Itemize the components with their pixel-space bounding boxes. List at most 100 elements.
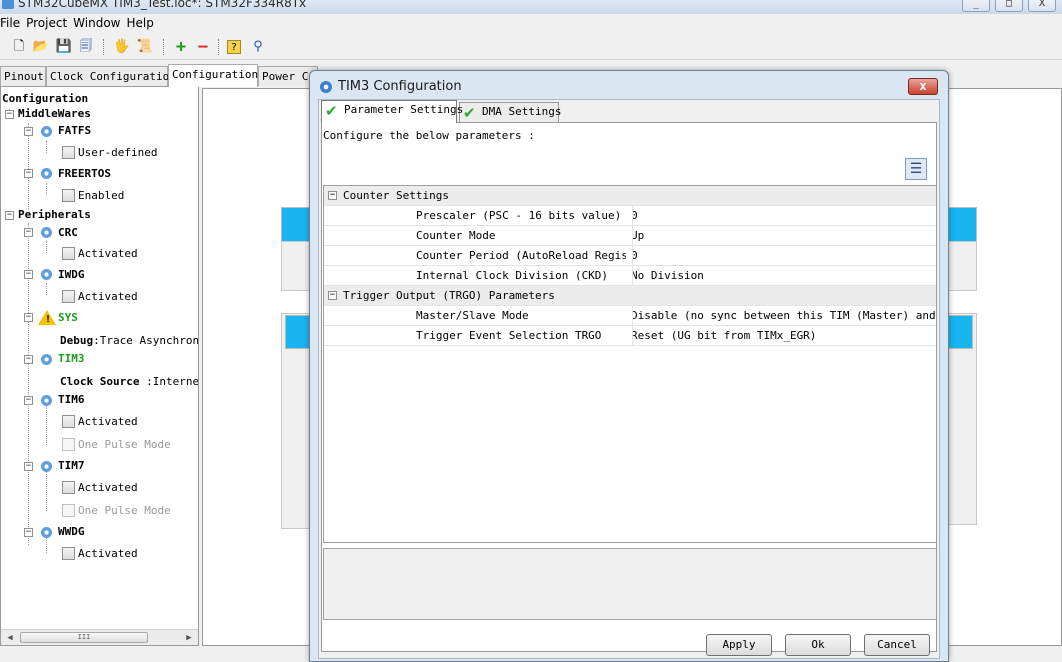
scroll-thumb[interactable]: III (20, 632, 148, 643)
tree-tim3[interactable]: TIM3 (58, 351, 85, 367)
iwdg-activated-label: Activated (78, 290, 138, 303)
help-icon[interactable]: ? (227, 40, 241, 54)
iwdg-activated-checkbox[interactable] (62, 290, 75, 303)
tab-parameter-settings-label: Parameter Settings (344, 103, 464, 116)
save-icon[interactable]: 💾 (55, 38, 73, 56)
tab-clock-configuration[interactable]: Clock Configuration (46, 66, 176, 86)
maximize-button[interactable]: □ (995, 0, 1023, 12)
collapse-icon[interactable]: − (24, 270, 33, 279)
apply-button[interactable]: Apply (706, 634, 772, 656)
param-row[interactable]: Master/Slave Mode Disable (no sync betwe… (324, 306, 936, 326)
collapse-icon[interactable]: − (24, 169, 33, 178)
group-trigger-output[interactable]: − Trigger Output (TRGO) Parameters (324, 286, 936, 306)
param-value[interactable]: Up (632, 226, 936, 246)
tab-parameter-settings[interactable]: ✔ Parameter Settings (321, 100, 463, 123)
tree-tim7[interactable]: TIM7 (58, 458, 85, 474)
tab-dma-settings-label: DMA Settings (482, 105, 562, 118)
sys-debug-setting: Debug:Trace Asynchrono (60, 333, 198, 349)
dialog-body: ✔ Parameter Settings ✔ DMA Settings Conf… (318, 99, 940, 659)
dialog-close-button[interactable]: x (908, 78, 938, 95)
app-icon (2, 0, 14, 9)
param-row[interactable]: Counter Period (AutoReload Regis... 0 (324, 246, 936, 266)
collapse-icon[interactable]: − (5, 110, 14, 119)
about-icon[interactable]: ⚲ (249, 38, 267, 56)
crc-activated-label: Activated (78, 247, 138, 260)
check-icon: ✔ (463, 104, 476, 122)
gear-icon (41, 354, 52, 365)
menu-file[interactable]: File (0, 15, 22, 30)
tim6-one-pulse-checkbox[interactable] (62, 438, 75, 451)
fatfs-user-defined-label: User-defined (78, 146, 158, 159)
param-name: Master/Slave Mode (416, 309, 529, 322)
crc-activated-checkbox[interactable] (62, 247, 75, 260)
param-value[interactable]: 0 (632, 206, 936, 226)
save-all-icon[interactable]: 🗐 (77, 38, 95, 56)
collapse-icon[interactable]: − (24, 228, 33, 237)
freertos-enabled-checkbox[interactable] (62, 189, 75, 202)
scroll-left-icon[interactable]: ◀ (3, 631, 17, 645)
tim6-one-pulse-label: One Pulse Mode (78, 438, 171, 451)
tree-horizontal-scrollbar[interactable]: ◀ III ▶ (1, 629, 198, 645)
tree-peripherals[interactable]: Peripherals (18, 207, 91, 223)
tree-wwdg[interactable]: WWDG (58, 524, 85, 540)
collapse-icon[interactable]: − (24, 462, 33, 471)
tim6-activated-checkbox[interactable] (62, 415, 75, 428)
collapse-icon[interactable]: − (5, 211, 14, 220)
param-row[interactable]: Trigger Event Selection TRGO Reset (UG b… (324, 326, 936, 346)
tree-middlewares[interactable]: MiddleWares (18, 106, 91, 122)
generate-report-icon[interactable]: 🖐 (113, 38, 131, 56)
close-window-button[interactable]: X (1028, 0, 1056, 12)
tree-connector (46, 141, 47, 153)
param-value[interactable]: Disable (no sync between this TIM (Maste… (632, 306, 936, 326)
open-folder-icon[interactable]: 📂 (32, 38, 50, 56)
ok-button[interactable]: Ok (785, 634, 851, 656)
zoom-in-icon[interactable]: + (172, 38, 190, 56)
group-name: Counter Settings (343, 189, 449, 202)
tree-iwdg[interactable]: IWDG (58, 267, 85, 283)
collapse-icon[interactable]: − (24, 355, 33, 364)
tree-fatfs[interactable]: FATFS (58, 123, 91, 139)
collapse-icon[interactable]: − (328, 191, 337, 200)
category-header-bar (281, 207, 311, 243)
param-row[interactable]: Internal Clock Division (CKD) No Divisio… (324, 266, 936, 286)
cancel-button[interactable]: Cancel (864, 634, 930, 656)
tim3-clock-source-setting: Clock Source :Interne (60, 374, 198, 390)
menu-project[interactable]: Project (26, 15, 69, 30)
tim7-one-pulse-checkbox[interactable] (62, 504, 75, 517)
title-bar: STM32CubeMX TIM3_Test.ioc*: STM32F334R8T… (0, 0, 1062, 14)
param-value[interactable]: No Division (632, 266, 936, 286)
menu-help[interactable]: Help (126, 15, 155, 30)
tab-pinout[interactable]: Pinout (0, 66, 46, 86)
tim7-activated-checkbox[interactable] (62, 481, 75, 494)
parameter-description-area (323, 548, 937, 620)
minimize-button[interactable]: _ (962, 0, 990, 12)
tab-configuration[interactable]: Configuration (168, 64, 258, 87)
collapse-icon[interactable]: − (24, 528, 33, 537)
tab-dma-settings[interactable]: ✔ DMA Settings (459, 102, 562, 122)
generate-code-icon[interactable]: 📜 (136, 38, 154, 56)
list-view-icon[interactable]: ☰ (905, 158, 927, 180)
collapse-icon[interactable]: − (24, 127, 33, 136)
tree-freertos[interactable]: FREERTOS (58, 166, 111, 182)
tree-sys[interactable]: SYS (58, 310, 78, 326)
collapse-icon[interactable]: − (24, 313, 33, 322)
collapse-icon[interactable]: − (24, 396, 33, 405)
gear-icon (41, 269, 52, 280)
zoom-out-icon[interactable]: − (194, 38, 212, 56)
gear-icon (41, 227, 52, 238)
gear-icon (41, 527, 52, 538)
fatfs-user-defined-checkbox[interactable] (62, 146, 75, 159)
tree-tim6[interactable]: TIM6 (58, 392, 85, 408)
collapse-icon[interactable]: − (328, 291, 337, 300)
scroll-right-icon[interactable]: ▶ (182, 631, 196, 645)
new-file-icon[interactable]: 🗋 (10, 38, 28, 56)
param-name: Counter Period (AutoReload Regis... (416, 249, 626, 262)
group-counter-settings[interactable]: − Counter Settings (324, 186, 936, 206)
param-value[interactable]: Reset (UG bit from TIMx_EGR) (632, 326, 936, 346)
param-row[interactable]: Prescaler (PSC - 16 bits value) 0 (324, 206, 936, 226)
menu-window[interactable]: Window (73, 15, 122, 30)
param-row[interactable]: Counter Mode Up (324, 226, 936, 246)
wwdg-activated-checkbox[interactable] (62, 547, 75, 560)
tree-crc[interactable]: CRC (58, 225, 78, 241)
param-value[interactable]: 0 (632, 246, 936, 266)
